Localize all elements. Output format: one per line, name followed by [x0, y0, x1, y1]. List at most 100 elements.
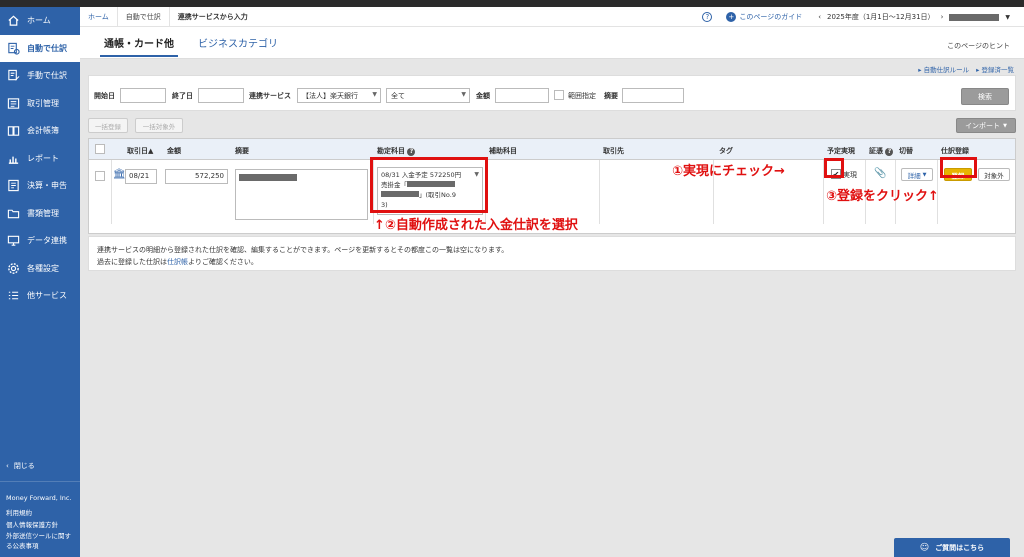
range-label: 範囲指定 — [568, 92, 596, 100]
header-amount: 金額 — [167, 147, 181, 155]
caret-down-icon[interactable]: ▼ — [1005, 14, 1010, 21]
sidebar-item-label: データ連携 — [27, 236, 67, 246]
chevron-left-icon: ‹ — [6, 462, 9, 470]
description-textarea[interactable] — [235, 169, 368, 220]
amount-input[interactable]: 572,250 — [165, 169, 228, 184]
filter-panel: 開始日 終了日 連携サービス 【法人】楽天銀行 ▼ 全て ▼ 金額 範囲指定 摘要 … — [88, 75, 1016, 111]
sidebar-item-documents[interactable]: 書類管理 — [0, 200, 80, 228]
header-account: 勘定科目 ? — [377, 146, 416, 156]
terms-link[interactable]: 利用規約 — [6, 507, 80, 519]
description-label: 摘要 — [604, 92, 618, 100]
help-icon[interactable]: ? — [407, 147, 416, 156]
import-button[interactable]: インポート ▼ — [956, 118, 1016, 133]
header-date[interactable]: 取引日▲ — [127, 146, 153, 156]
sidebar-item-home[interactable]: ホーム — [0, 7, 80, 35]
folder-icon — [6, 206, 20, 220]
sidebar-item-transactions[interactable]: 取引管理 — [0, 90, 80, 118]
caret-down-icon: ▼ — [461, 91, 466, 98]
start-date-input[interactable] — [120, 88, 166, 103]
auto-journal-icon — [6, 41, 20, 55]
header-sub-account: 補助科目 — [489, 147, 517, 155]
manual-journal-icon — [6, 69, 20, 83]
home-icon — [6, 14, 20, 28]
sidebar-item-settlement[interactable]: 決算・申告 — [0, 172, 80, 200]
amount-input[interactable] — [495, 88, 549, 103]
exclude-button[interactable]: 対象外 — [978, 168, 1010, 181]
bulk-exclude-button[interactable]: 一括対象外 — [135, 118, 183, 133]
sidebar-item-label: ホーム — [27, 16, 51, 26]
sidebar-item-report[interactable]: レポート — [0, 145, 80, 173]
end-date-input[interactable] — [198, 88, 244, 103]
header-description: 摘要 — [235, 147, 249, 155]
help-icon[interactable]: ? — [702, 12, 713, 22]
sub-links: ▸ 自動仕訳ルール ▸ 登録済一覧 — [918, 64, 1014, 74]
page-guide-link[interactable]: + このページのガイド — [726, 12, 802, 22]
registered-list-link[interactable]: 登録済一覧 — [982, 66, 1015, 74]
header-tag: タグ — [719, 147, 733, 155]
service-label: 連携サービス — [249, 92, 291, 100]
tab-bank-card[interactable]: 通帳・カード他 — [100, 35, 178, 57]
tab-bar: 通帳・カード他 ビジネスカテゴリ このページのヒント — [80, 27, 1024, 59]
sidebar-close[interactable]: ‹ 閉じる — [0, 461, 80, 481]
auto-rule-link[interactable]: 自動仕訳ルール — [924, 66, 970, 74]
amount-label: 金額 — [476, 92, 490, 100]
annotation-step1: ①実現にチェック→ — [672, 164, 785, 179]
breadcrumb-current: 連携サービスから入力 — [177, 12, 248, 21]
header-switch: 切替 — [899, 147, 913, 155]
journal-book-link[interactable]: 仕訳帳 — [167, 258, 188, 266]
paperclip-icon[interactable]: 📎 — [874, 168, 886, 179]
sidebar-item-label: 他サービス — [27, 291, 67, 301]
redacted-description — [239, 174, 297, 181]
tab-business-category[interactable]: ビジネスカテゴリ — [198, 35, 278, 50]
fiscal-year[interactable]: 2025年度（1月1日〜12月31日） — [827, 12, 935, 22]
sidebar-item-label: 取引管理 — [27, 98, 59, 108]
select-all-checkbox[interactable] — [95, 144, 105, 154]
main-content: ホーム 自動で仕訳 連携サービスから入力 ? + このページのガイド ‹ 202… — [80, 6, 1024, 557]
breadcrumb-auto-journal[interactable]: 自動で仕訳 — [118, 6, 170, 27]
sidebar-item-other-services[interactable]: 他サービス — [0, 282, 80, 310]
bulk-register-button[interactable]: 一括登録 — [88, 118, 128, 133]
start-date-label: 開始日 — [94, 92, 115, 100]
service-account-select[interactable]: 全て ▼ — [386, 88, 470, 103]
info-notice: 連携サービスの明細から登録された仕訳を確認、編集することができます。ページを更新… — [88, 236, 1016, 271]
highlight-realized-checkbox — [824, 158, 844, 178]
external-tools-link[interactable]: 外部送信ツールに関する公表事項 — [6, 531, 76, 557]
sidebar-item-data-link[interactable]: データ連携 — [0, 227, 80, 255]
sidebar-item-auto-journal[interactable]: 自動で仕訳 — [0, 34, 80, 62]
page-hint-link[interactable]: このページのヒント — [947, 41, 1010, 51]
support-person-icon: ☺ — [919, 542, 930, 553]
sidebar-item-label: 書類管理 — [27, 208, 59, 218]
help-contact-button[interactable]: ☺ ご質問はこちら — [894, 538, 1010, 557]
header-partner: 取引先 — [603, 147, 624, 155]
row-checkbox[interactable] — [95, 171, 105, 181]
annotation-step2: ↑②自動作成された入金仕訳を選択 — [374, 218, 578, 233]
breadcrumb-home[interactable]: ホーム — [80, 6, 118, 27]
sidebar-item-manual-journal[interactable]: 手動で仕訳 — [0, 62, 80, 90]
report-icon — [6, 151, 20, 165]
sidebar-item-label: 会計帳簿 — [27, 126, 59, 136]
sidebar-footer: ‹ 閉じる Money Forward, Inc. 利用規約 個人情報保護方針 外… — [0, 461, 80, 557]
help-icon[interactable]: ? — [885, 147, 894, 156]
breadcrumb: ホーム 自動で仕訳 連携サービスから入力 ? + このページのガイド ‹ 202… — [80, 6, 1024, 27]
range-checkbox[interactable] — [554, 90, 564, 100]
description-input[interactable] — [622, 88, 684, 103]
detail-button[interactable]: 詳細 ▼ — [901, 168, 933, 181]
sort-up-icon: ▲ — [148, 147, 154, 155]
sidebar-item-label: レポート — [27, 153, 59, 163]
ledger-icon — [6, 124, 20, 138]
sidebar: ホーム 自動で仕訳 手動で仕訳 取引管理 会計帳簿 レポート 決算・申告 書類管… — [0, 7, 80, 557]
data-link-icon — [6, 234, 20, 248]
sidebar-item-label: 自動で仕訳 — [27, 43, 67, 53]
service-select[interactable]: 【法人】楽天銀行 ▼ — [297, 88, 381, 103]
privacy-link[interactable]: 個人情報保護方針 — [6, 519, 80, 531]
date-input[interactable]: 08/21 — [125, 169, 157, 184]
search-button[interactable]: 検索 — [961, 88, 1009, 105]
sidebar-item-settings[interactable]: 各種設定 — [0, 255, 80, 283]
transaction-icon — [6, 96, 20, 110]
chevron-left-icon[interactable]: ‹ — [818, 13, 821, 21]
chevron-right-icon[interactable]: › — [941, 13, 944, 21]
sidebar-item-ledger[interactable]: 会計帳簿 — [0, 117, 80, 145]
end-date-label: 終了日 — [172, 92, 193, 100]
sidebar-item-label: 手動で仕訳 — [27, 71, 67, 81]
realized-label: 実現 — [843, 171, 857, 179]
